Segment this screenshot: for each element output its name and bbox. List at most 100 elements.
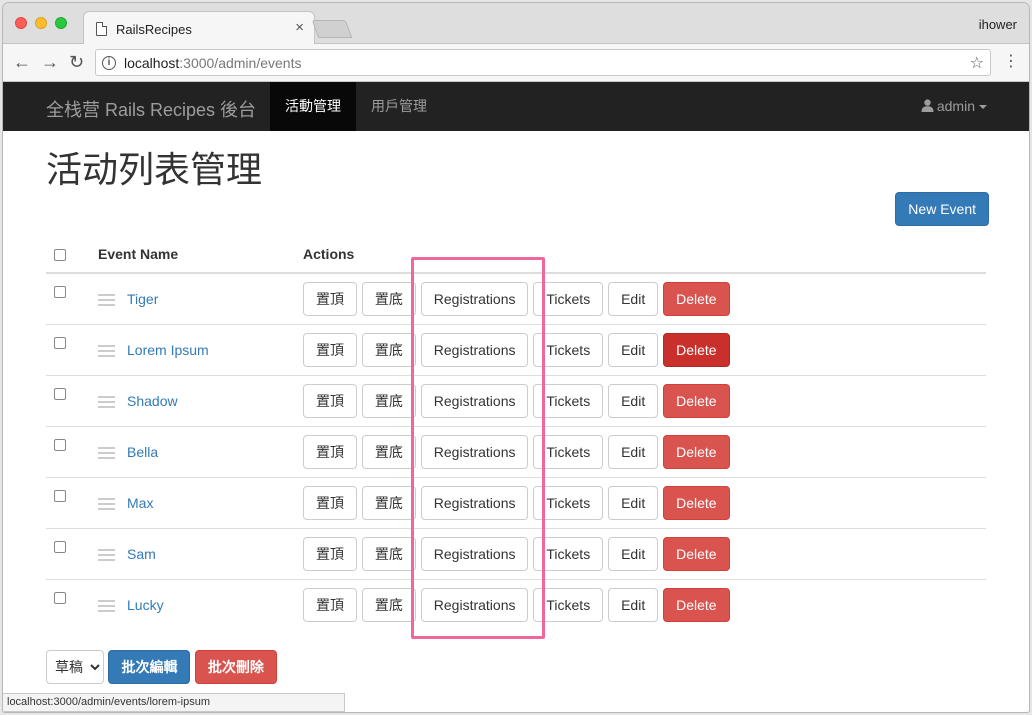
move-bottom-button[interactable]: 置底: [361, 383, 416, 418]
move-top-button[interactable]: 置頂: [303, 587, 357, 622]
drag-handle-icon[interactable]: [98, 497, 115, 510]
browser-tab[interactable]: RailsRecipes ×: [83, 11, 315, 45]
row-checkbox[interactable]: [54, 387, 66, 400]
bulk-edit-button[interactable]: 批次編輯: [108, 650, 191, 684]
tickets-button[interactable]: Tickets: [533, 536, 604, 571]
move-bottom-button[interactable]: 置底: [361, 536, 416, 571]
registrations-button[interactable]: Registrations: [420, 485, 529, 520]
status-select[interactable]: 草稿: [46, 650, 104, 684]
drag-handle-icon[interactable]: [98, 600, 115, 613]
row-checkbox[interactable]: [54, 489, 66, 502]
user-menu[interactable]: admin: [921, 82, 987, 131]
delete-button[interactable]: Delete: [663, 332, 730, 367]
info-icon[interactable]: i: [102, 56, 116, 70]
edit-button[interactable]: Edit: [608, 434, 659, 469]
minimize-window-button[interactable]: [35, 17, 47, 29]
drag-handle-icon[interactable]: [98, 548, 115, 561]
move-top-button[interactable]: 置頂: [303, 434, 357, 469]
row-select-cell: [46, 374, 98, 426]
delete-button[interactable]: Delete: [663, 587, 730, 622]
registrations-button[interactable]: Registrations: [420, 434, 529, 469]
nav-item-users[interactable]: 用戶管理: [356, 82, 442, 131]
event-name-link[interactable]: Sam: [127, 546, 156, 562]
registrations-button[interactable]: Registrations: [420, 587, 529, 622]
drag-handle-icon[interactable]: [98, 344, 115, 357]
event-name-cell: Bella: [98, 425, 303, 477]
move-bottom-button[interactable]: 置底: [361, 434, 416, 469]
row-checkbox[interactable]: [54, 540, 66, 553]
url-input[interactable]: i localhost:3000/admin/events ☆: [95, 49, 991, 76]
row-select-cell: [46, 425, 98, 477]
registrations-button[interactable]: Registrations: [420, 281, 529, 316]
tickets-button[interactable]: Tickets: [533, 383, 604, 418]
zoom-window-button[interactable]: [55, 17, 67, 29]
move-top-button[interactable]: 置頂: [303, 536, 357, 571]
event-name-link[interactable]: Max: [127, 495, 153, 511]
move-top-button[interactable]: 置頂: [303, 383, 357, 418]
edit-button[interactable]: Edit: [608, 485, 659, 520]
close-window-button[interactable]: [15, 17, 27, 29]
move-bottom-button[interactable]: 置底: [361, 281, 416, 316]
registrations-button[interactable]: Registrations: [420, 332, 529, 367]
edit-button[interactable]: Edit: [608, 332, 659, 367]
delete-button[interactable]: Delete: [663, 383, 730, 418]
user-icon: [921, 99, 934, 112]
row-actions-cell: 置頂 置底 Registrations Tickets Edit Delete: [303, 323, 986, 375]
delete-button[interactable]: Delete: [663, 485, 730, 520]
row-checkbox[interactable]: [54, 336, 66, 349]
row-checkbox[interactable]: [54, 592, 66, 605]
registrations-button[interactable]: Registrations: [420, 383, 529, 418]
nav-item-events[interactable]: 活動管理: [270, 82, 356, 131]
tickets-button[interactable]: Tickets: [533, 281, 604, 316]
table-row: Bella 置頂 置底 Registrations Tickets Edit De…: [46, 425, 986, 477]
drag-handle-icon[interactable]: [98, 294, 115, 307]
delete-button[interactable]: Delete: [663, 281, 730, 316]
select-all-checkbox[interactable]: [54, 248, 66, 261]
tickets-button[interactable]: Tickets: [533, 587, 604, 622]
forward-arrow-icon[interactable]: →: [41, 52, 59, 72]
row-checkbox[interactable]: [54, 286, 66, 299]
move-bottom-button[interactable]: 置底: [361, 485, 416, 520]
event-name-link[interactable]: Bella: [127, 444, 158, 460]
event-name-link[interactable]: Lucky: [127, 597, 164, 613]
edit-button[interactable]: Edit: [608, 536, 659, 571]
delete-button[interactable]: Delete: [663, 536, 730, 571]
main-content: 活动列表管理 New Event Event Name Actions Tige…: [3, 131, 1029, 712]
tickets-button[interactable]: Tickets: [533, 434, 604, 469]
move-bottom-button[interactable]: 置底: [361, 587, 416, 622]
new-event-button[interactable]: New Event: [895, 192, 989, 226]
brand-link[interactable]: 全栈营 Rails Recipes 後台: [46, 96, 256, 122]
event-name-link[interactable]: Lorem Ipsum: [127, 342, 209, 358]
profile-name[interactable]: ihower: [979, 17, 1017, 32]
close-tab-icon[interactable]: ×: [295, 19, 304, 36]
tab-title: RailsRecipes: [116, 22, 192, 37]
event-name-cell: Max: [98, 476, 303, 528]
browser-menu-icon[interactable]: ⋮: [1003, 53, 1019, 71]
row-actions-cell: 置頂 置底 Registrations Tickets Edit Delete: [303, 374, 986, 426]
event-name-link[interactable]: Shadow: [127, 393, 178, 409]
table-row: Max 置頂 置底 Registrations Tickets Edit Dele…: [46, 476, 986, 528]
tickets-button[interactable]: Tickets: [533, 485, 604, 520]
column-header-name: Event Name: [98, 235, 303, 274]
move-top-button[interactable]: 置頂: [303, 485, 357, 520]
reload-icon[interactable]: ↻: [69, 52, 84, 72]
row-actions-cell: 置頂 置底 Registrations Tickets Edit Delete: [303, 272, 986, 324]
edit-button[interactable]: Edit: [608, 281, 659, 316]
back-arrow-icon[interactable]: ←: [13, 52, 31, 72]
move-top-button[interactable]: 置頂: [303, 281, 357, 316]
move-bottom-button[interactable]: 置底: [361, 332, 416, 367]
drag-handle-icon[interactable]: [98, 395, 115, 408]
drag-handle-icon[interactable]: [98, 446, 115, 459]
new-tab-button[interactable]: [311, 20, 353, 38]
row-checkbox[interactable]: [54, 438, 66, 451]
bulk-delete-button[interactable]: 批次刪除: [194, 650, 277, 684]
edit-button[interactable]: Edit: [608, 383, 659, 418]
tickets-button[interactable]: Tickets: [533, 332, 604, 367]
edit-button[interactable]: Edit: [608, 587, 659, 622]
delete-button[interactable]: Delete: [663, 434, 730, 469]
registrations-button[interactable]: Registrations: [420, 536, 529, 571]
site-navbar: 全栈营 Rails Recipes 後台 活動管理 用戶管理 admin: [3, 82, 1029, 131]
move-top-button[interactable]: 置頂: [303, 332, 357, 367]
event-name-link[interactable]: Tiger: [127, 291, 158, 307]
bookmark-star-icon[interactable]: ☆: [970, 53, 984, 73]
